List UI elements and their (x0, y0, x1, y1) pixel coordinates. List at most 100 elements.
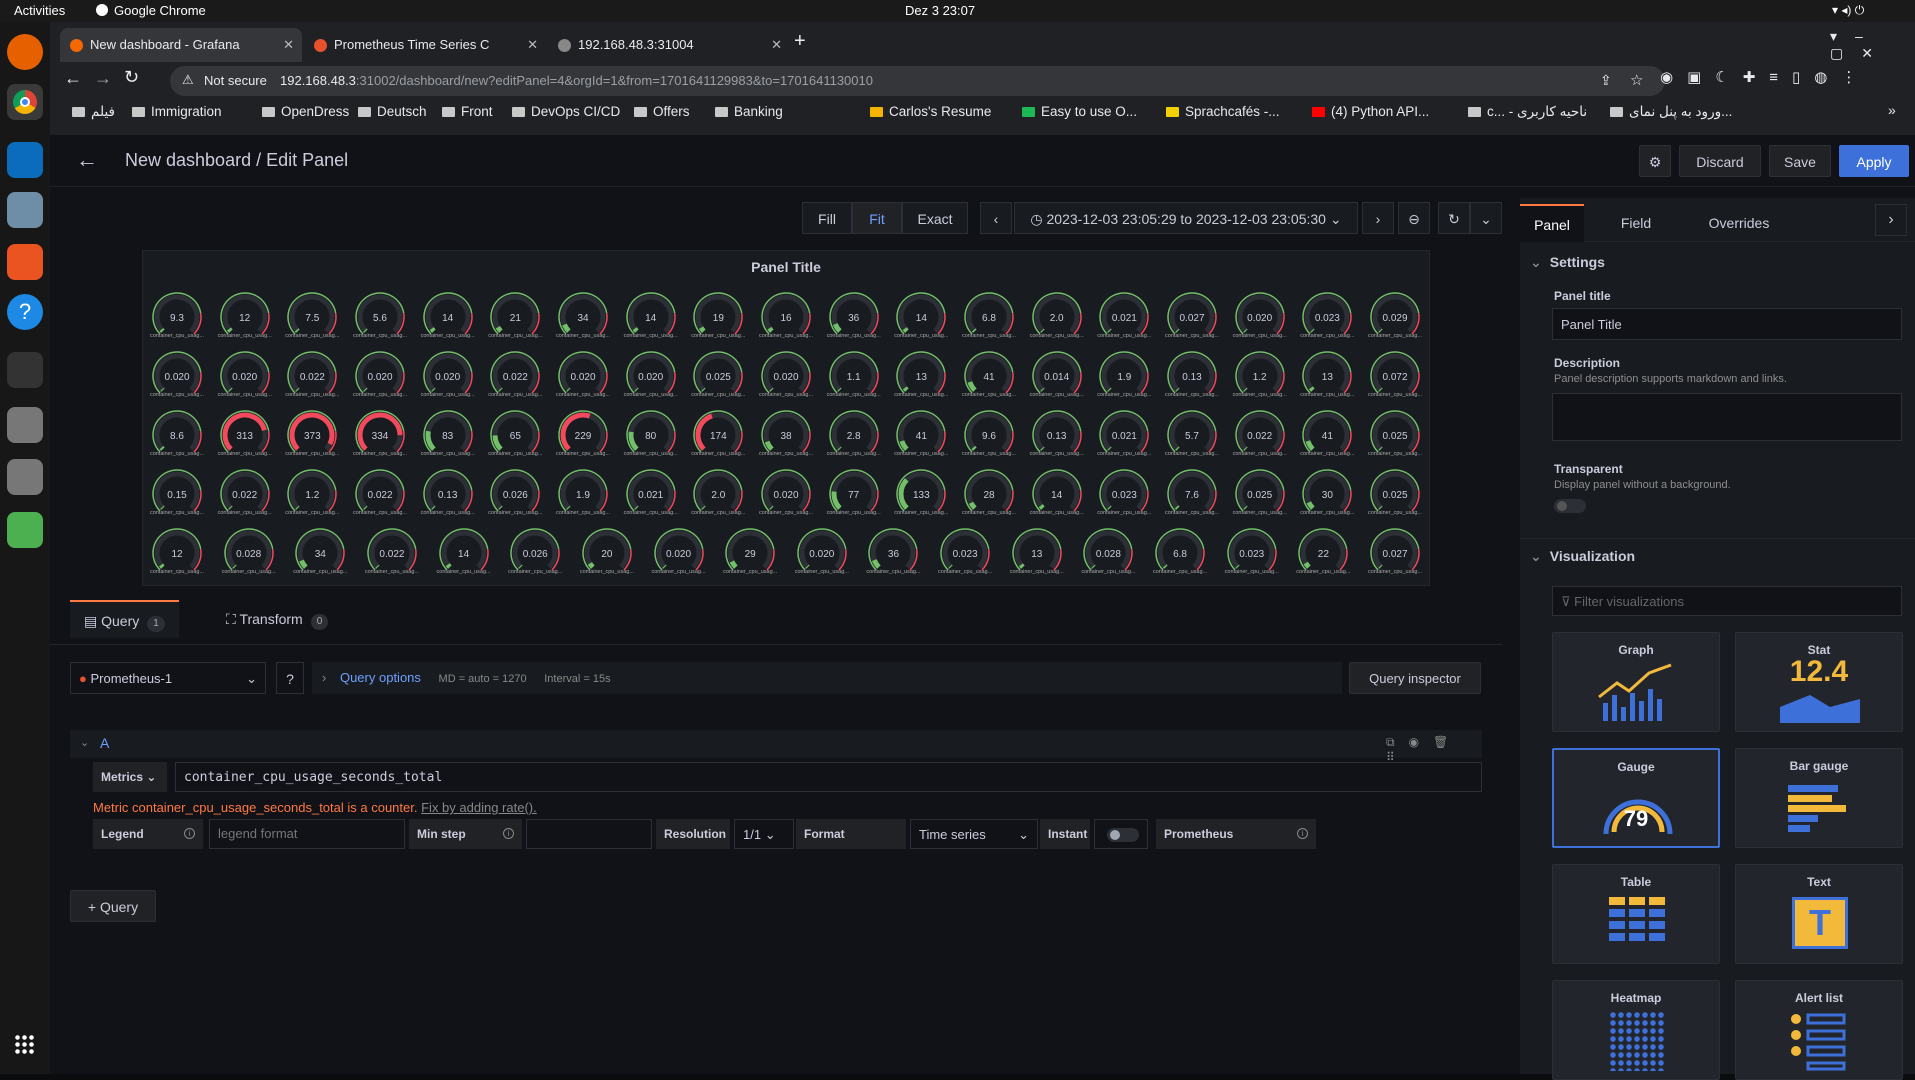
panel-title-input[interactable] (1552, 308, 1902, 340)
save-button[interactable]: Save (1769, 145, 1831, 177)
panel-title[interactable]: Panel Title (143, 259, 1429, 275)
address-bar[interactable]: ⚠ Not secure 192.168.48.3:31002/dashboar… (170, 66, 1665, 96)
help-circle-icon[interactable]: ? (276, 662, 304, 694)
viz-heatmap[interactable]: Heatmap (1552, 980, 1720, 1080)
metric-query-input[interactable]: container_cpu_usage_seconds_total (175, 762, 1482, 792)
tab-query[interactable]: ▤ Query 1 (70, 600, 179, 638)
query-inspector-button[interactable]: Query inspector (1349, 662, 1481, 694)
tab-grafana[interactable]: New dashboard - Grafana ✕ (60, 28, 302, 62)
query-options-label[interactable]: Query options (340, 670, 421, 685)
info-icon[interactable]: i (1297, 828, 1308, 839)
query-actions[interactable]: ⧉◉🗑⠿ (1386, 735, 1482, 764)
refresh-interval-chevron-icon[interactable]: ⌄ (1470, 202, 1502, 234)
disk-icon-2[interactable] (7, 459, 43, 495)
legend-input[interactable] (209, 819, 405, 849)
fix-rate-link[interactable]: Fix by adding rate(). (421, 800, 537, 815)
tab-overrides[interactable]: Overrides (1688, 204, 1790, 242)
viz-table[interactable]: Table (1552, 864, 1720, 964)
viz-graph[interactable]: Graph (1552, 632, 1720, 732)
bookmark[interactable]: فیلم (72, 104, 115, 120)
viz-bar-gauge[interactable]: Bar gauge (1735, 748, 1903, 848)
disk-icon[interactable] (7, 407, 43, 443)
instant-toggle[interactable] (1094, 819, 1148, 849)
info-icon[interactable]: i (184, 828, 195, 839)
format-select[interactable]: Time series ⌄ (910, 819, 1038, 849)
warning-icon[interactable]: ⚠ (182, 72, 194, 88)
visualization-section[interactable]: ⌄ Visualization (1530, 548, 1635, 565)
time-forward-icon[interactable]: › (1362, 202, 1394, 234)
time-back-icon[interactable]: ‹ (980, 202, 1012, 234)
software-center-icon[interactable] (7, 244, 43, 280)
back-arrow-icon[interactable]: ← (76, 147, 98, 173)
back-icon[interactable]: ← (64, 68, 82, 89)
reload-icon[interactable]: ↻ (124, 67, 139, 88)
filter-visualizations-input[interactable]: ⊽ Filter visualizations (1552, 586, 1902, 616)
panel-preview[interactable]: Panel Title 9.3 container_cpu_usag... 12 co… (142, 250, 1430, 586)
window-controls[interactable]: ▾–▢✕ (1830, 28, 1915, 62)
help-icon[interactable]: ? (7, 294, 43, 330)
collapse-pane-icon[interactable]: › (1875, 204, 1907, 236)
vscode-icon[interactable] (7, 142, 43, 178)
zoom-out-icon[interactable]: ⊖ (1398, 202, 1430, 234)
terminal-icon[interactable] (7, 352, 43, 388)
fit-button[interactable]: Fit (852, 202, 902, 234)
min-step-input[interactable] (526, 819, 652, 849)
bookmark[interactable]: Sprachcafés -... (1166, 104, 1280, 119)
bookmark[interactable]: Offers (634, 104, 690, 119)
files-icon[interactable] (7, 192, 43, 228)
app-grid-icon[interactable] (14, 1034, 36, 1056)
bookmark[interactable]: ورود به پنل نمای... (1610, 104, 1732, 120)
settings-gear-icon[interactable]: ⚙ (1639, 145, 1671, 177)
close-tab-icon[interactable]: ✕ (527, 28, 538, 62)
tab-prometheus[interactable]: Prometheus Time Series C ✕ (304, 28, 546, 62)
bookmark[interactable]: DevOps CI/CD (512, 104, 620, 119)
tab-ip[interactable]: 192.168.48.3:31004 ✕ (548, 28, 790, 62)
settings-section[interactable]: ⌄ Settings (1530, 254, 1605, 271)
query-row-header[interactable]: ⌄ A ⧉◉🗑⠿ (70, 730, 1482, 764)
tab-transform[interactable]: ⛶ Transform 0 (212, 600, 342, 638)
add-query-button[interactable]: + Query (70, 890, 156, 922)
bookmark[interactable]: OpenDress (262, 104, 349, 119)
bookmark[interactable]: (4) Python API... (1312, 104, 1429, 119)
resolution-select[interactable]: 1/1 ⌄ (734, 819, 794, 849)
collapse-chevron-icon[interactable]: ⌄ (80, 736, 89, 749)
fill-button[interactable]: Fill (802, 202, 852, 234)
bookmark[interactable]: Banking (715, 104, 783, 119)
bookmark[interactable]: Deutsch (358, 104, 427, 119)
chrome-dock-icon[interactable] (7, 84, 43, 120)
activities-button[interactable]: Activities (14, 3, 65, 18)
bookmark[interactable]: Front (442, 104, 493, 119)
viz-text[interactable]: Text T (1735, 864, 1903, 964)
forward-icon[interactable]: → (94, 68, 112, 89)
star-icon[interactable]: ☆ (1630, 71, 1643, 89)
clock[interactable]: Dez 3 23:07 (905, 3, 975, 18)
bookmark[interactable]: Carlos's Resume (870, 104, 991, 119)
info-icon[interactable]: i (503, 828, 514, 839)
metrics-dropdown[interactable]: Metrics ⌄ (93, 762, 167, 792)
system-tray-icons[interactable]: ▾ ◂) ⏻ (1832, 3, 1864, 18)
viz-stat[interactable]: Stat 12.4 (1735, 632, 1903, 732)
firefox-icon[interactable] (7, 34, 43, 70)
viz-alert-list[interactable]: Alert list (1735, 980, 1903, 1080)
close-tab-icon[interactable]: ✕ (771, 28, 782, 62)
trash-icon[interactable] (7, 512, 43, 548)
not-secure-label[interactable]: Not secure (204, 73, 267, 88)
bookmark[interactable]: c... - ناحیه کاربری (1468, 104, 1587, 120)
datasource-picker[interactable]: ● Prometheus-1 ⌄ (70, 662, 266, 694)
close-tab-icon[interactable]: ✕ (283, 28, 294, 62)
description-textarea[interactable] (1552, 393, 1902, 441)
tab-panel[interactable]: Panel (1520, 204, 1584, 242)
exact-button[interactable]: Exact (902, 202, 968, 234)
url-text[interactable]: 192.168.48.3:31002/dashboard/new?editPan… (280, 73, 873, 88)
apply-button[interactable]: Apply (1839, 145, 1909, 177)
share-icon[interactable]: ⇪ (1600, 72, 1612, 89)
time-range-picker[interactable]: ◷ 2023-12-03 23:05:29 to 2023-12-03 23:0… (1014, 202, 1358, 234)
bookmark[interactable]: Easy to use O... (1022, 104, 1137, 119)
more-bookmarks-icon[interactable]: » (1888, 102, 1896, 118)
transparent-toggle[interactable] (1554, 499, 1586, 513)
query-options-bar[interactable]: › Query options MD = auto = 1270 Interva… (312, 662, 1342, 694)
new-tab-button[interactable]: + (794, 30, 806, 53)
bookmark[interactable]: Immigration (132, 104, 222, 119)
discard-button[interactable]: Discard (1679, 145, 1761, 177)
viz-gauge[interactable]: Gauge 79 (1552, 748, 1720, 848)
